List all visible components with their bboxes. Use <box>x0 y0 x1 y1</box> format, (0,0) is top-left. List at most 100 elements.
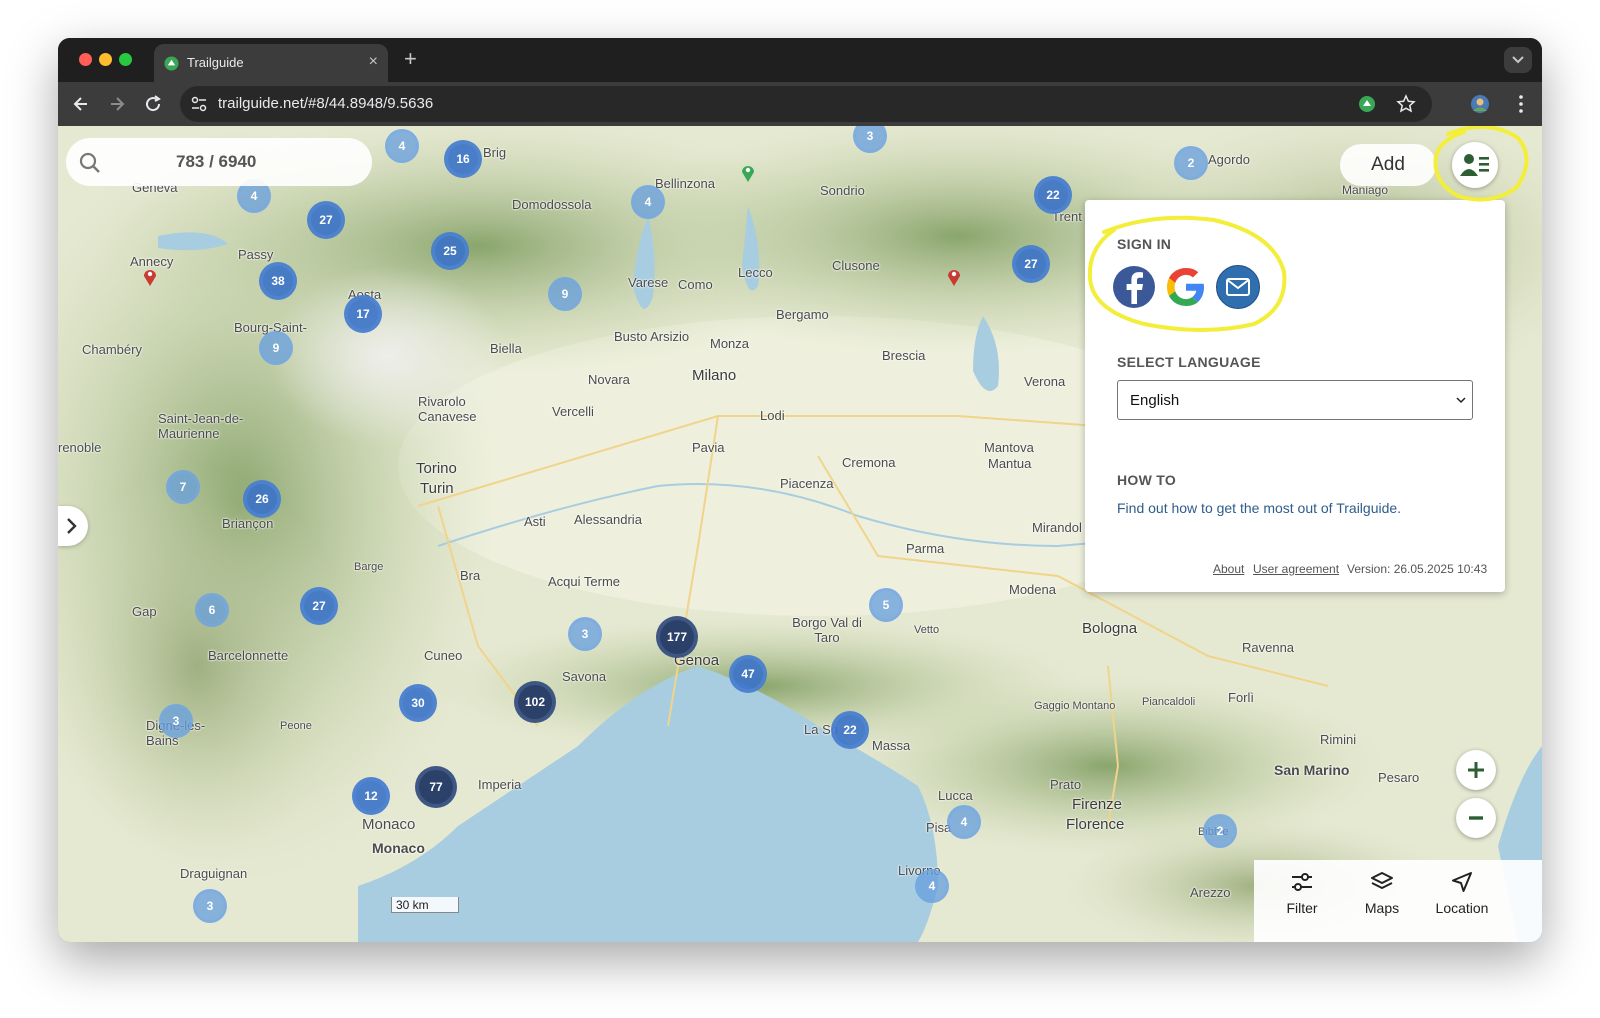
trail-cluster-marker[interactable]: 77 <box>415 766 457 808</box>
place-label: Pesaro <box>1378 770 1420 785</box>
green-map-pin-icon[interactable] <box>741 164 755 182</box>
site-settings-icon[interactable] <box>190 95 208 113</box>
trail-cluster-marker[interactable]: 4 <box>385 129 419 163</box>
place-label: Passy <box>238 247 274 262</box>
language-select[interactable]: English <box>1117 380 1473 420</box>
plus-icon <box>1468 762 1484 778</box>
chevron-right-icon <box>67 518 77 534</box>
trail-cluster-marker[interactable]: 4 <box>915 869 949 903</box>
trail-cluster-marker[interactable]: 4 <box>631 185 665 219</box>
about-link[interactable]: About <box>1213 562 1244 576</box>
extension-icon[interactable] <box>1358 95 1376 113</box>
zoom-out-button[interactable] <box>1456 798 1496 838</box>
place-label: Draguignan <box>180 866 248 881</box>
trail-cluster-marker[interactable]: 17 <box>344 295 382 333</box>
place-label: Modena <box>1009 582 1056 597</box>
red-map-pin-icon[interactable] <box>947 268 961 286</box>
search-box[interactable]: 783 / 6940 <box>66 138 372 186</box>
location-label: Location <box>1435 900 1489 916</box>
red-map-pin-icon[interactable] <box>143 268 157 286</box>
minimize-window-button[interactable] <box>99 53 112 66</box>
trail-cluster-marker[interactable]: 16 <box>444 140 482 178</box>
place-label: Turin <box>420 480 454 497</box>
howto-link[interactable]: Find out how to get the most out of Trai… <box>1117 500 1401 516</box>
trail-cluster-marker[interactable]: 177 <box>656 616 698 658</box>
place-label: Bergamo <box>776 307 829 322</box>
place-label: Saint-Jean-de-Maurienne <box>158 411 244 441</box>
place-label: Novara <box>588 372 630 387</box>
trail-cluster-marker[interactable]: 6 <box>195 593 229 627</box>
place-label: Ravenna <box>1242 640 1295 655</box>
bookmark-star-icon[interactable] <box>1396 94 1416 114</box>
profile-extension-icon[interactable] <box>1470 94 1490 114</box>
url-text[interactable]: trailguide.net/#8/44.8948/9.5636 <box>218 95 433 112</box>
trail-cluster-marker[interactable]: 27 <box>1012 245 1050 283</box>
add-button[interactable]: Add <box>1340 144 1436 186</box>
trail-cluster-marker[interactable]: 38 <box>259 262 297 300</box>
trail-cluster-marker[interactable]: 12 <box>352 777 390 815</box>
trail-cluster-marker[interactable]: 47 <box>729 655 767 693</box>
reload-icon[interactable] <box>140 91 166 117</box>
place-label: Firenze <box>1072 796 1123 813</box>
trail-cluster-marker[interactable]: 27 <box>300 587 338 625</box>
address-bar[interactable]: trailguide.net/#8/44.8948/9.5636 <box>180 86 1432 122</box>
place-label: Piancaldoli <box>1142 696 1196 708</box>
trail-cluster-marker[interactable]: 26 <box>243 480 281 518</box>
maximize-window-button[interactable] <box>119 53 132 66</box>
trail-cluster-marker[interactable]: 27 <box>307 201 345 239</box>
trail-cluster-marker[interactable]: 30 <box>399 684 437 722</box>
browser-tab-trailguide[interactable]: Trailguide × <box>154 44 388 82</box>
sliders-icon <box>1292 873 1312 891</box>
trailguide-favicon-icon <box>164 56 179 71</box>
new-tab-button[interactable]: + <box>404 46 417 72</box>
trail-cluster-marker[interactable]: 25 <box>431 232 469 270</box>
trail-cluster-marker[interactable]: 2 <box>1203 814 1237 848</box>
browser-toolbar: trailguide.net/#8/44.8948/9.5636 <box>58 82 1542 126</box>
trail-cluster-marker[interactable]: 9 <box>548 277 582 311</box>
trail-cluster-marker[interactable]: 3 <box>193 889 227 923</box>
filter-button[interactable]: Filter <box>1262 870 1342 932</box>
trail-cluster-marker[interactable]: 3 <box>159 704 193 738</box>
trail-cluster-marker[interactable]: 7 <box>166 470 200 504</box>
email-login-icon[interactable] <box>1215 264 1261 310</box>
place-label: Mantua <box>988 456 1032 471</box>
trail-cluster-marker[interactable]: 2 <box>1174 146 1208 180</box>
trail-cluster-marker[interactable]: 22 <box>831 711 869 749</box>
place-label: Varese <box>628 275 669 290</box>
place-label: Florence <box>1066 816 1125 833</box>
trail-cluster-marker[interactable]: 9 <box>259 331 293 365</box>
place-label: Sondrio <box>820 183 865 198</box>
browser-menu-icon[interactable] <box>1518 94 1524 114</box>
sidebar-toggle[interactable] <box>58 506 88 546</box>
howto-heading: HOW TO <box>1117 472 1177 488</box>
google-login-icon[interactable] <box>1163 264 1209 310</box>
close-window-button[interactable] <box>79 53 92 66</box>
map-viewport[interactable]: Geneva Annecy Chambéry Passy Aosta Bourg… <box>58 126 1542 942</box>
place-label: Borgo Val di Taro <box>792 615 862 645</box>
tab-close-icon[interactable]: × <box>369 53 378 71</box>
location-button[interactable]: Location <box>1422 870 1502 932</box>
place-label: Verona <box>1024 374 1066 389</box>
place-label: San Marino <box>1274 762 1350 778</box>
browser-window: Trailguide × + trailguide.net/#8/44.8948… <box>58 38 1542 942</box>
place-label: Rivarolo Canavese <box>418 394 477 424</box>
map-scale: 30 km <box>391 897 459 913</box>
trail-cluster-marker[interactable]: 22 <box>1034 176 1072 214</box>
place-label: Arezzo <box>1190 885 1231 900</box>
trail-cluster-marker[interactable]: 3 <box>568 617 602 651</box>
facebook-login-icon[interactable] <box>1111 264 1157 310</box>
user-agreement-link[interactable]: User agreement <box>1253 562 1339 576</box>
place-label: Monaco <box>362 816 416 833</box>
maps-button[interactable]: Maps <box>1342 870 1422 932</box>
zoom-in-button[interactable] <box>1456 750 1496 790</box>
place-label: Savona <box>562 669 607 684</box>
trail-cluster-marker[interactable]: 102 <box>514 681 556 723</box>
forward-arrow-icon[interactable] <box>104 91 130 117</box>
tab-search-button[interactable] <box>1504 47 1532 73</box>
search-icon[interactable] <box>78 151 102 175</box>
back-arrow-icon[interactable] <box>68 91 94 117</box>
trail-cluster-marker[interactable]: 4 <box>947 805 981 839</box>
language-heading: SELECT LANGUAGE <box>1117 354 1261 370</box>
trail-cluster-marker[interactable]: 5 <box>869 588 903 622</box>
user-menu-button[interactable] <box>1452 142 1498 188</box>
